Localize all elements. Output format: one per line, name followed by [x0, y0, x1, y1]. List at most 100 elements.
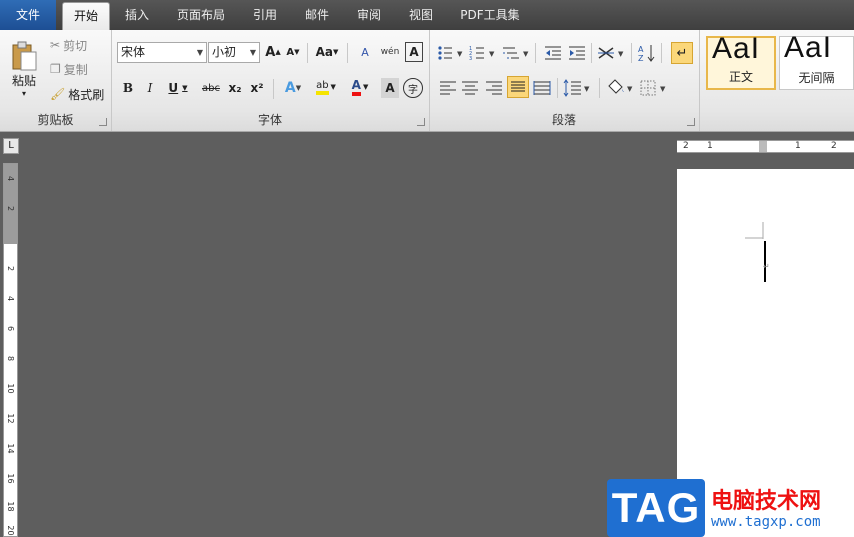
ruler-mark: 10 [6, 383, 15, 394]
bullets-icon[interactable]: ▼ [437, 44, 465, 62]
font-group: 宋体 ▼ 小初 ▼ A ▲ A ▼ Aa ▼ A wén A B I U ▼ abc x₂ … [111, 30, 430, 131]
font-name-combo[interactable]: 宋体 ▼ [117, 42, 207, 63]
ruler-mark: 2 [831, 141, 837, 151]
shrink-font-button[interactable]: A ▼ [284, 42, 302, 62]
align-left-icon[interactable] [439, 80, 457, 96]
svg-text:A: A [638, 45, 644, 54]
char-border-button[interactable]: A [405, 42, 423, 62]
format-painter-button[interactable]: 🖌 格式刷 [50, 85, 104, 103]
justify-button[interactable] [507, 76, 529, 98]
italic-button[interactable]: I [141, 78, 159, 98]
font-size-value: 小初 [212, 45, 237, 59]
style-name: 无间隔 [798, 71, 835, 85]
tag-logo: TAG [607, 479, 705, 537]
line-spacing-icon[interactable]: ▼ [563, 79, 593, 97]
italic-icon: I [147, 81, 153, 95]
svg-text:▼: ▼ [627, 85, 633, 93]
clear-format-button[interactable]: A [355, 42, 375, 62]
borders-icon[interactable]: ▼ [639, 79, 669, 97]
copy-button[interactable]: ❐ 复制 [50, 60, 88, 78]
char-border-icon: A [409, 45, 419, 59]
change-case-button[interactable]: Aa ▼ [313, 42, 341, 62]
ruler-mark: 16 [6, 473, 15, 484]
font-color-button[interactable]: A ▼ [345, 76, 375, 98]
horizontal-ruler[interactable]: 2 1 1 2 [677, 140, 854, 153]
paste-button[interactable]: 粘贴 ▾ [6, 34, 42, 104]
tab-pdf-tools[interactable]: PDF工具集 [452, 2, 528, 29]
tab-review[interactable]: 审阅 [348, 2, 390, 29]
enclose-char-icon: 字 [408, 84, 418, 96]
bold-icon: B [122, 81, 134, 95]
paragraph-group: ▼ 1 2 3 ▼ ▼ ▼ AZ ↵ ▼ ▼ ▼ 段落 [429, 30, 700, 131]
highlight-button[interactable]: ab ▼ [311, 76, 341, 98]
tab-page-layout[interactable]: 页面布局 [170, 2, 232, 29]
ruler-mark: 12 [6, 413, 15, 424]
ribbon-tab-bar: 文件 开始 插入 页面布局 引用 邮件 审阅 视图 PDF工具集 [0, 0, 854, 31]
char-shading-button[interactable]: A [381, 78, 399, 98]
ruler-mark: 20 [6, 525, 15, 536]
show-marks-button[interactable]: ↵ [671, 42, 693, 64]
subscript-icon: x₂ [228, 81, 242, 95]
ruler-mark: 4 [6, 175, 15, 182]
ruler-mark: 4 [6, 295, 15, 302]
superscript-button[interactable]: x² [247, 78, 267, 98]
ruler-mark: 1 [795, 141, 801, 151]
ruler-mark: 6 [6, 325, 15, 332]
separator [307, 43, 308, 63]
highlighter-icon: ab [316, 80, 329, 95]
chinese-layout-icon[interactable]: ▼ [597, 44, 627, 62]
ruler-mark: 2 [683, 141, 689, 151]
cut-label: 剪切 [63, 38, 88, 53]
numbering-icon[interactable]: 123▼ [469, 44, 497, 62]
multilevel-list-icon[interactable]: ▼ [501, 44, 531, 62]
tab-mailings[interactable]: 邮件 [296, 2, 338, 29]
copy-label: 复制 [63, 62, 88, 77]
align-right-icon[interactable] [485, 80, 503, 96]
paste-icon [12, 41, 37, 71]
bold-button[interactable]: B [119, 78, 137, 98]
shading-bucket-icon[interactable]: ▼ [605, 78, 635, 98]
style-normal[interactable]: AaI 正文 [706, 32, 776, 90]
subscript-button[interactable]: x₂ [225, 78, 245, 98]
text-effect-icon: A [284, 80, 296, 96]
distributed-icon[interactable] [533, 80, 551, 96]
underline-button[interactable]: U ▼ [165, 78, 191, 98]
enclose-char-button[interactable]: 字 [403, 78, 423, 98]
text-cursor: ↵ [745, 222, 770, 282]
increase-indent-icon[interactable] [567, 44, 587, 62]
ribbon: 粘贴 ▾ ✂ 剪切 ❐ 复制 🖌 格式刷 剪贴板 宋体 ▼ 小初 ▼ A ▲ A ▼ Aa ▼ … [0, 30, 854, 132]
paragraph-launcher-icon[interactable] [687, 118, 695, 126]
vertical-ruler[interactable]: 4 2 2 4 6 8 10 12 14 16 18 20 [3, 163, 18, 537]
tab-selector[interactable]: L [3, 138, 19, 154]
site-url: www.tagxp.com [711, 514, 821, 530]
phonetic-guide-button[interactable]: wén [379, 42, 401, 62]
font-group-label: 字体 [257, 113, 282, 127]
style-no-spacing[interactable]: AaI 无间隔 [779, 31, 854, 90]
clipboard-group: 粘贴 ▾ ✂ 剪切 ❐ 复制 🖌 格式刷 剪贴板 [0, 30, 112, 131]
char-shading-icon: A [385, 81, 395, 95]
text-effect-button[interactable]: A ▼ [279, 78, 307, 98]
ruler-mark: 18 [6, 501, 15, 512]
sort-icon[interactable]: AZ [637, 43, 657, 63]
separator [273, 79, 274, 99]
tab-home[interactable]: 开始 [62, 2, 110, 30]
clipboard-launcher-icon[interactable] [99, 118, 107, 126]
paragraph-group-label: 段落 [551, 113, 576, 127]
paste-dropdown-icon[interactable]: ▾ [22, 89, 26, 98]
tab-view[interactable]: 视图 [400, 2, 442, 29]
strikethrough-button[interactable]: abc [199, 78, 223, 98]
grow-font-button[interactable]: A ▲ [264, 42, 282, 62]
svg-text:▼: ▼ [660, 85, 666, 93]
site-watermark: TAG 电脑技术网 www.tagxp.com [607, 479, 854, 537]
font-launcher-icon[interactable] [417, 118, 425, 126]
ruler-mark: 14 [6, 443, 15, 454]
tab-file[interactable]: 文件 [0, 0, 56, 30]
tab-insert[interactable]: 插入 [116, 2, 158, 29]
cut-button[interactable]: ✂ 剪切 [50, 36, 87, 54]
decrease-indent-icon[interactable] [543, 44, 563, 62]
align-center-icon[interactable] [461, 80, 479, 96]
style-preview: AaI [784, 31, 833, 64]
indent-marker-icon[interactable] [759, 141, 767, 152]
tab-references[interactable]: 引用 [244, 2, 286, 29]
font-size-combo[interactable]: 小初 ▼ [208, 42, 260, 63]
